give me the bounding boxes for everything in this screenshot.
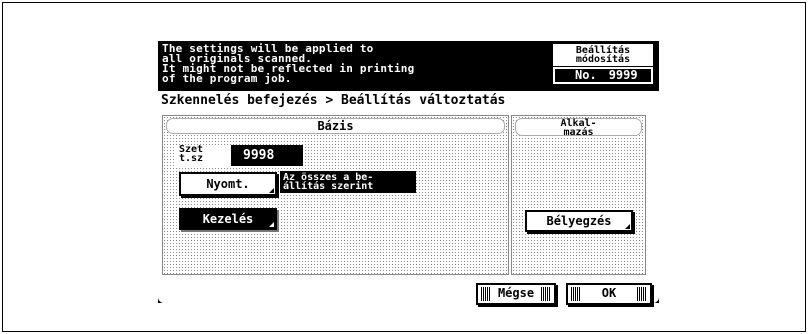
print-setting-description: Az összes a be-állítás szerint xyxy=(280,171,416,193)
handling-button[interactable]: Kezelés xyxy=(179,208,277,230)
button-stripe-icon xyxy=(481,287,491,301)
program-info-box: Beállítás módosítás No. 9999 xyxy=(553,44,653,84)
corner-marker-icon xyxy=(625,224,630,229)
program-number: No. 9999 xyxy=(553,67,653,84)
basic-panel: Bázis Szet t.sz 9998 Nyomt. Az összes a … xyxy=(162,115,509,275)
set-number-label-line: t.sz xyxy=(179,153,204,164)
cancel-button-label: Mégse xyxy=(497,286,535,300)
application-panel: Alkal- mazás Bélyegzés xyxy=(511,115,646,275)
info-message-line: of the program job. xyxy=(162,72,292,85)
print-setting-description-line: állítás szerint xyxy=(283,181,374,192)
ok-button-label: OK xyxy=(601,286,617,300)
print-button[interactable]: Nyomt. xyxy=(179,172,277,196)
set-number-value: 9998 xyxy=(231,145,303,166)
corner-marker-icon xyxy=(269,188,274,193)
info-message: The settings will be applied to all origi… xyxy=(162,43,552,85)
program-info-title: Beállítás módosítás xyxy=(553,44,653,66)
button-stripe-icon xyxy=(541,287,551,301)
application-panel-title-line: mazás xyxy=(563,127,594,138)
breadcrumb: Szkennelés befejezés > Beállítás változt… xyxy=(161,93,506,108)
print-button-label: Nyomt. xyxy=(206,177,250,191)
corner-marker-icon xyxy=(269,222,274,227)
outer-frame: The settings will be applied to all origi… xyxy=(2,2,806,332)
main-area: Szkennelés befejezés > Beállítás változt… xyxy=(158,91,659,305)
program-number-label: No. xyxy=(575,68,597,82)
basic-panel-title: Bázis xyxy=(166,118,505,134)
program-info-title-line: módosítás xyxy=(575,54,631,65)
stamp-button[interactable]: Bélyegzés xyxy=(525,210,633,232)
set-number-label: Szet t.sz xyxy=(175,145,231,166)
cancel-button[interactable]: Mégse xyxy=(476,283,556,305)
program-number-value: 9999 xyxy=(608,68,638,82)
stamp-button-label: Bélyegzés xyxy=(546,214,612,228)
button-stripe-icon xyxy=(571,287,581,301)
button-stripe-icon xyxy=(637,287,647,301)
ok-button[interactable]: OK xyxy=(566,283,652,305)
application-panel-title: Alkal- mazás xyxy=(515,118,642,138)
control-panel-screen: The settings will be applied to all origi… xyxy=(158,41,659,305)
handling-button-label: Kezelés xyxy=(202,212,254,226)
